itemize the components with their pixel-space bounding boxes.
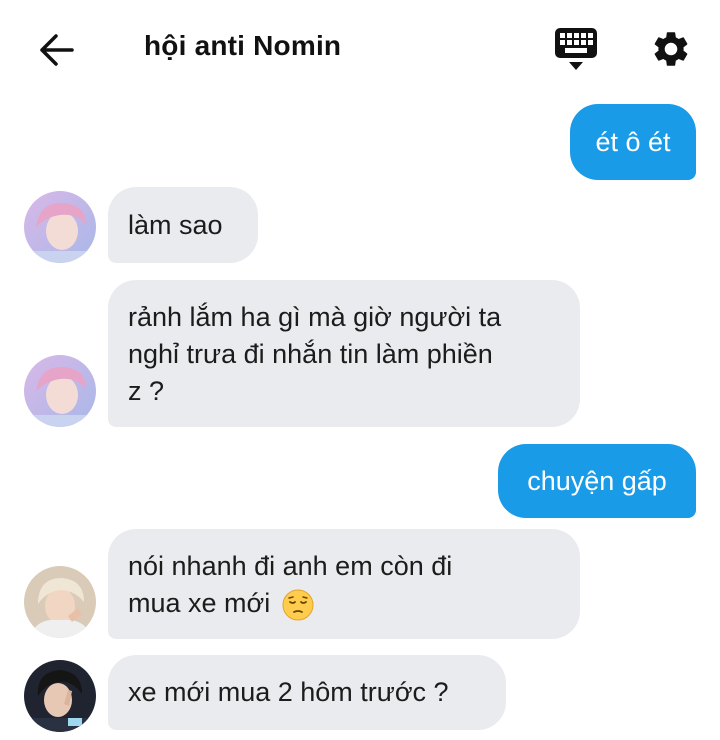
message-bubble-incoming[interactable]: làm sao [108, 187, 258, 263]
message-line-text: mua xe mới [128, 588, 271, 618]
avatar-blond-hair[interactable] [24, 566, 96, 638]
message-bubble-outgoing[interactable]: ét ô ét [570, 104, 696, 180]
message-bubble-incoming[interactable]: nói nhanh đi anh em còn đi mua xe mới [108, 529, 580, 639]
message-line: rảnh lắm ha gì mà giờ người ta [128, 302, 502, 332]
chat-title: hội anti Nomin [144, 30, 342, 61]
message-line: nghỉ trưa đi nhắn tin làm phiền [128, 339, 493, 369]
gear-icon[interactable] [650, 28, 692, 70]
pensive-face-emoji [282, 589, 314, 621]
message-bubble-outgoing[interactable]: chuyện gấp [498, 444, 696, 518]
avatar-pink-hair[interactable] [24, 355, 96, 427]
message-line: z ? [128, 376, 165, 406]
message-text: xe mới mua 2 hôm trước ? [128, 677, 449, 707]
avatar-dark-hair[interactable] [24, 660, 96, 732]
arrow-left-icon[interactable] [36, 30, 76, 70]
message-text: chuyện gấp [527, 465, 667, 496]
keyboard-icon[interactable] [554, 26, 598, 72]
avatar-pink-hair[interactable] [24, 191, 96, 263]
message-line: nói nhanh đi anh em còn đi [128, 551, 453, 581]
message-bubble-incoming[interactable]: xe mới mua 2 hôm trước ? [108, 655, 506, 730]
message-bubble-incoming[interactable]: rảnh lắm ha gì mà giờ người ta nghỉ trưa… [108, 280, 580, 427]
chat-header: hội anti Nomin [0, 0, 720, 96]
message-text: ét ô ét [595, 126, 671, 157]
message-line: mua xe mới [128, 585, 560, 622]
message-text: làm sao [128, 209, 223, 240]
